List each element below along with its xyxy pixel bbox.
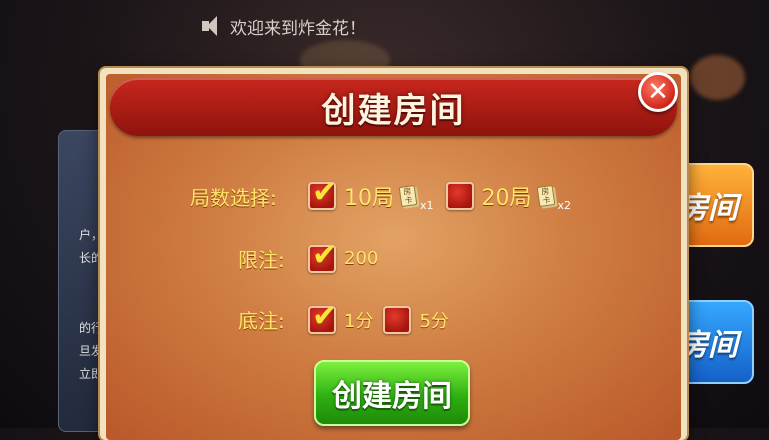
limit-200-label[interactable]: 200 xyxy=(344,248,378,269)
rounds-label: 局数选择: xyxy=(190,185,277,210)
close-icon: ✕ xyxy=(647,77,669,107)
limit-200-checkbox[interactable]: ✔ xyxy=(308,240,337,273)
rounds-20-label[interactable]: 20局 xyxy=(482,180,532,212)
background-lamp xyxy=(690,55,745,100)
limit-row: 限注: ✔ 200 xyxy=(238,240,378,273)
speaker-icon xyxy=(200,15,222,37)
close-button[interactable]: ✕ xyxy=(638,72,678,112)
rounds-10-checkbox[interactable]: ✔ xyxy=(308,178,337,210)
base-row: 底注: ✔ 1分 5分 xyxy=(238,301,449,334)
limit-label: 限注: xyxy=(238,248,285,272)
announcement-marquee: 欢迎来到炸金花！ xyxy=(200,10,366,42)
base-1-checkbox[interactable]: ✔ xyxy=(308,301,337,334)
check-icon: ✔ xyxy=(312,237,338,273)
room-card-icon: 房卡 xyxy=(398,184,418,208)
create-room-button[interactable]: 创建房间 xyxy=(314,360,470,426)
rounds-10-label[interactable]: 10局 xyxy=(344,180,394,212)
dialog-title: 创建房间 xyxy=(321,90,466,131)
rounds-20-checkbox[interactable] xyxy=(445,182,474,210)
base-5-label[interactable]: 5分 xyxy=(419,307,448,333)
marquee-text: 欢迎来到炸金花！ xyxy=(230,18,366,39)
base-1-label[interactable]: 1分 xyxy=(344,307,373,333)
check-icon: ✔ xyxy=(312,298,338,334)
base-label: 底注: xyxy=(238,309,285,333)
room-card-icon: 房卡 xyxy=(536,184,555,208)
rounds-row: 局数选择: ✔ 10局 房卡 x1 20局 房卡 x2 xyxy=(190,178,572,213)
dialog-title-bar: 创建房间 xyxy=(110,78,677,136)
rounds-10-cost: x1 xyxy=(420,199,434,212)
rounds-20-cost: x2 xyxy=(557,199,572,212)
join-room-button[interactable]: 房间 xyxy=(676,163,754,247)
check-icon: ✔ xyxy=(312,175,338,210)
room-button[interactable]: 房间 xyxy=(676,300,754,384)
base-5-checkbox[interactable] xyxy=(383,305,412,334)
